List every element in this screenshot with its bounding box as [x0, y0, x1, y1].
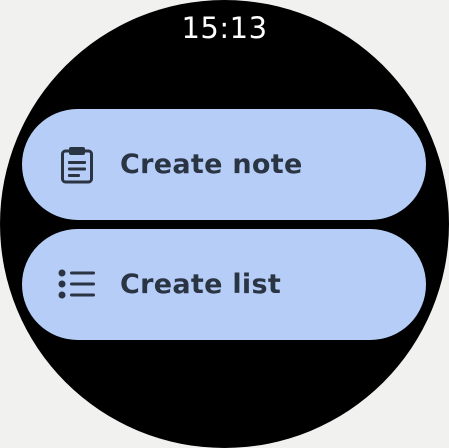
- clipboard-note-icon: [56, 144, 98, 186]
- status-time: 15:13: [181, 11, 268, 45]
- watch-face: 15:13 Create note Create list: [0, 0, 449, 448]
- bulleted-list-icon: [56, 264, 98, 306]
- screen: 15:13 Create note Create list: [0, 0, 449, 448]
- create-list-label: Create list: [120, 269, 282, 300]
- create-note-button[interactable]: Create note: [22, 109, 426, 220]
- create-list-button[interactable]: Create list: [22, 229, 426, 340]
- create-note-label: Create note: [120, 149, 303, 180]
